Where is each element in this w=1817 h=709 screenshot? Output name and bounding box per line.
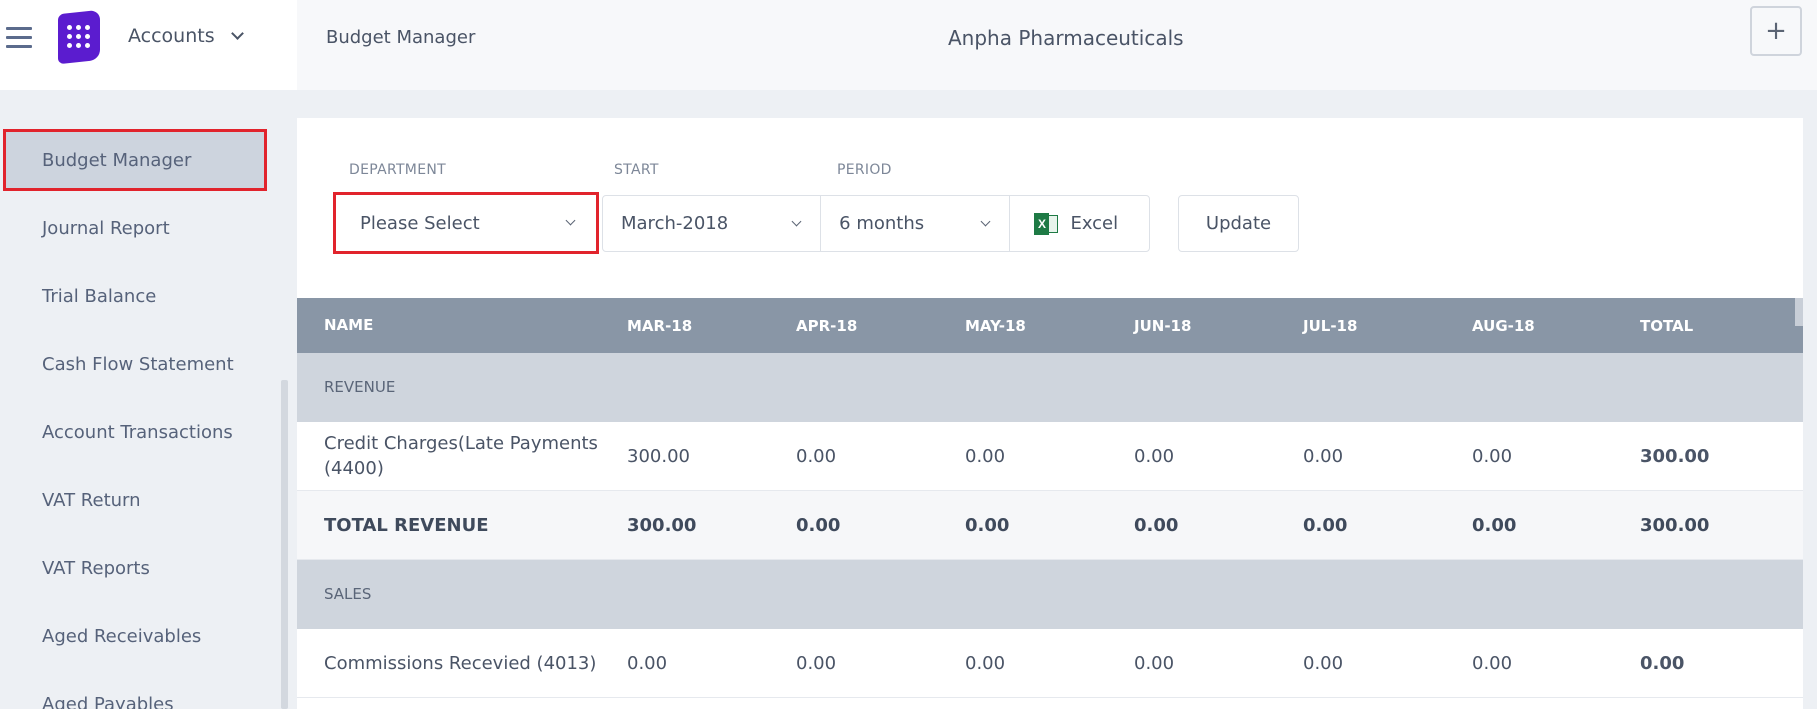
department-label: DEPARTMENT: [349, 162, 446, 178]
sidebar-item-aged-receivables[interactable]: Aged Receivables: [6, 608, 264, 664]
row-total: 0.00: [1640, 652, 1685, 674]
period-value: 6 months: [839, 213, 925, 234]
budget-panel: DEPARTMENT START PERIOD Please Select Ma…: [297, 118, 1803, 709]
budget-cell[interactable]: 0.00: [1134, 446, 1174, 467]
period-label: PERIOD: [837, 162, 892, 178]
budget-cell[interactable]: 300.00: [627, 446, 690, 467]
department-value: Please Select: [360, 212, 480, 234]
total-cell: 0.00: [796, 514, 841, 536]
sidebar-scrollbar[interactable]: [281, 380, 288, 709]
section-row-revenue: REVENUE: [297, 353, 1803, 422]
budget-cell[interactable]: 0.00: [1303, 446, 1343, 467]
period-select[interactable]: 6 months: [821, 196, 1011, 251]
budget-cell[interactable]: 0.00: [965, 446, 1005, 467]
sidebar-item-label: Aged Payables: [42, 693, 174, 709]
sidebar-item-label: Aged Receivables: [42, 625, 202, 647]
column-header[interactable]: TOTAL: [1640, 317, 1693, 335]
budget-cell[interactable]: 0.00: [796, 653, 836, 674]
budget-cell[interactable]: 0.00: [965, 653, 1005, 674]
excel-icon: X: [1034, 212, 1059, 235]
budget-cell[interactable]: 0.00: [796, 446, 836, 467]
table-header-row: NAME MAR-18 APR-18 MAY-18 JUN-18 JUL-18 …: [297, 298, 1803, 353]
department-select[interactable]: Please Select: [333, 192, 599, 254]
excel-export-button[interactable]: X Excel: [1010, 196, 1149, 251]
account-name: Commissions Recevied (4013): [324, 652, 597, 674]
column-header[interactable]: MAR-18: [627, 317, 692, 335]
total-label: TOTAL REVENUE: [324, 514, 489, 536]
sidebar-item-label: Budget Manager: [42, 149, 192, 171]
budget-cell[interactable]: 0.00: [1472, 653, 1512, 674]
total-row-revenue: TOTAL REVENUE 300.00 0.00 0.00 0.00 0.00…: [297, 491, 1803, 560]
excel-label: Excel: [1070, 213, 1119, 234]
start-label: START: [614, 162, 659, 178]
sidebar-item-journal-report[interactable]: Journal Report: [6, 200, 264, 256]
start-value: March-2018: [621, 213, 729, 234]
sidebar-item-vat-return[interactable]: VAT Return: [6, 472, 264, 528]
sidebar-item-label: Cash Flow Statement: [42, 353, 234, 375]
budget-cell[interactable]: 0.00: [1134, 653, 1174, 674]
total-cell: 0.00: [1134, 514, 1179, 536]
sidebar-item-account-transactions[interactable]: Account Transactions: [6, 404, 264, 460]
top-bar: Accounts Budget Manager Anpha Pharmaceut…: [0, 0, 1817, 90]
column-header[interactable]: MAY-18: [965, 317, 1026, 335]
sidebar: Budget Manager Journal Report Trial Bala…: [0, 118, 280, 709]
app-grid-icon[interactable]: [58, 9, 100, 65]
section-row-sales: SALES: [297, 560, 1803, 629]
column-header[interactable]: JUN-18: [1134, 317, 1191, 335]
total-cell: 0.00: [965, 514, 1010, 536]
table-row[interactable]: Commissions Recevied (4013) 0.00 0.00 0.…: [297, 629, 1803, 698]
section-title: SALES: [324, 585, 372, 603]
column-header[interactable]: AUG-18: [1472, 317, 1535, 335]
plus-icon: +: [1765, 16, 1787, 46]
row-total: 300.00: [1640, 445, 1710, 467]
chevron-down-icon: [791, 216, 802, 226]
total-cell: 0.00: [1472, 514, 1517, 536]
section-title: REVENUE: [324, 378, 396, 396]
sidebar-item-aged-payables[interactable]: Aged Payables: [6, 676, 264, 709]
table-scrollbar[interactable]: [1795, 298, 1803, 326]
company-name: Anpha Pharmaceuticals: [948, 26, 1184, 50]
column-header[interactable]: APR-18: [796, 317, 857, 335]
hamburger-icon[interactable]: [6, 27, 32, 53]
account-name: Credit Charges(Late Payments (4400): [324, 433, 598, 479]
budget-cell[interactable]: 0.00: [627, 653, 667, 674]
chevron-down-icon: [981, 216, 991, 226]
module-switcher[interactable]: Accounts: [128, 25, 244, 47]
module-label: Accounts: [128, 25, 215, 47]
sidebar-item-budget-manager[interactable]: Budget Manager: [3, 129, 267, 191]
table-row[interactable]: Credit Charges(Late Payments (4400) 300.…: [297, 422, 1803, 491]
budget-cell[interactable]: 0.00: [1472, 446, 1512, 467]
chevron-down-icon: [565, 215, 576, 226]
sidebar-item-label: Account Transactions: [42, 421, 233, 443]
total-cell: 300.00: [627, 514, 697, 536]
sidebar-item-trial-balance[interactable]: Trial Balance: [6, 268, 264, 324]
add-button[interactable]: +: [1750, 6, 1802, 56]
budget-cell[interactable]: 0.00: [1303, 653, 1343, 674]
budget-table: NAME MAR-18 APR-18 MAY-18 JUN-18 JUL-18 …: [297, 298, 1803, 698]
column-header[interactable]: NAME: [324, 313, 604, 338]
sidebar-item-vat-reports[interactable]: VAT Reports: [6, 540, 264, 596]
sidebar-item-label: Journal Report: [42, 217, 170, 239]
sidebar-item-label: Trial Balance: [42, 285, 157, 307]
update-button[interactable]: Update: [1178, 195, 1299, 252]
column-header[interactable]: JUL-18: [1303, 317, 1357, 335]
sidebar-item-cash-flow-statement[interactable]: Cash Flow Statement: [6, 336, 264, 392]
total-cell: 300.00: [1640, 514, 1710, 536]
start-select[interactable]: March-2018: [603, 196, 822, 251]
sidebar-item-label: VAT Return: [42, 489, 141, 511]
topbar-brand-area: Accounts: [0, 0, 297, 90]
chevron-down-icon: [230, 27, 244, 40]
filter-controls: March-2018 6 months X Excel: [602, 195, 1150, 252]
sidebar-item-label: VAT Reports: [42, 557, 150, 579]
total-cell: 0.00: [1303, 514, 1348, 536]
page-breadcrumb: Budget Manager: [326, 27, 476, 48]
